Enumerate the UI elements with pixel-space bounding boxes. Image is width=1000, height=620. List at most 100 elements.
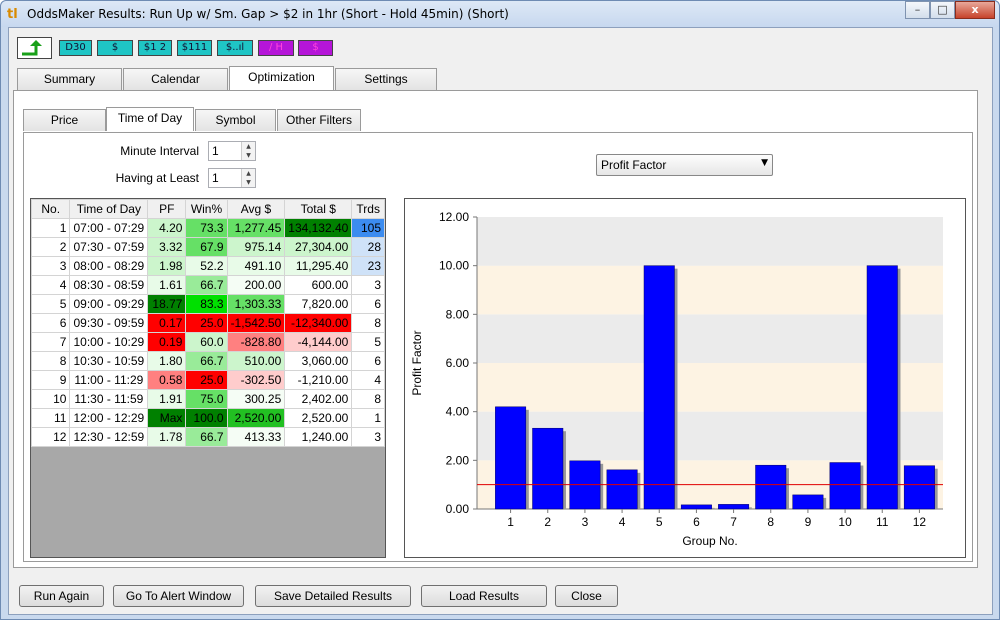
table-cell-time[interactable]: 07:00 - 07:29: [69, 218, 149, 238]
bar-group-2[interactable]: [532, 427, 564, 510]
table-cell-no[interactable]: 9: [30, 370, 71, 390]
table-cell-avg[interactable]: -302.50: [226, 370, 286, 390]
bar-group-6[interactable]: [680, 504, 712, 510]
table-cell-total[interactable]: -12,340.00: [284, 313, 353, 333]
table-cell-time[interactable]: 09:30 - 09:59: [69, 313, 149, 333]
bar-group-12[interactable]: [903, 465, 935, 510]
table-cell-win[interactable]: 100.0: [185, 408, 228, 428]
table-row[interactable]: 3 08:00 - 08:29 1.98 52.2 491.10 11,295.40 23: [30, 256, 385, 276]
close-window-button[interactable]: x: [955, 1, 995, 19]
spin-arrows-icon[interactable]: ▲ ▼: [241, 142, 255, 160]
column-header[interactable]: No.: [30, 199, 71, 219]
table-cell-total[interactable]: 2,520.00: [284, 408, 353, 428]
table-cell-time[interactable]: 12:30 - 12:59: [69, 427, 149, 447]
table-cell-trds[interactable]: 8: [351, 389, 385, 409]
bar-group-9[interactable]: [792, 494, 824, 510]
table-cell-no[interactable]: 5: [30, 294, 71, 314]
table-cell-avg[interactable]: 413.33: [226, 427, 286, 447]
column-header[interactable]: Win%: [185, 199, 228, 219]
table-cell-pf[interactable]: 3.32: [147, 237, 187, 257]
volume-bars-icon[interactable]: $..ıl: [217, 40, 253, 56]
table-cell-no[interactable]: 6: [30, 313, 71, 333]
table-cell-total[interactable]: 600.00: [284, 275, 353, 295]
table-cell-total[interactable]: 11,295.40: [284, 256, 353, 276]
minute-interval-stepper[interactable]: 1 ▲ ▼: [208, 141, 256, 161]
save-detailed-results-button[interactable]: Save Detailed Results: [255, 585, 411, 607]
table-cell-pf[interactable]: 1.61: [147, 275, 187, 295]
table-cell-pf[interactable]: 1.91: [147, 389, 187, 409]
table-cell-trds[interactable]: 3: [351, 275, 385, 295]
table-row[interactable]: 7 10:00 - 10:29 0.19 60.0 -828.80 -4,144.00 5: [30, 332, 385, 352]
dollar-111-icon[interactable]: $111: [177, 40, 212, 56]
table-cell-trds[interactable]: 23: [351, 256, 385, 276]
table-row[interactable]: 12 12:30 - 12:59 1.78 66.7 413.33 1,240.00 3: [30, 427, 385, 447]
table-cell-pf[interactable]: 18.77: [147, 294, 187, 314]
table-cell-time[interactable]: 10:30 - 10:59: [69, 351, 149, 371]
table-row[interactable]: 1 07:00 - 07:29 4.20 73.3 1,277.45 134,132.40…: [30, 218, 385, 238]
minimize-button[interactable]: –: [905, 1, 930, 19]
tab-settings[interactable]: Settings: [335, 68, 437, 90]
table-cell-pf[interactable]: 0.17: [147, 313, 187, 333]
table-cell-no[interactable]: 3: [30, 256, 71, 276]
bar-group-11[interactable]: [866, 265, 898, 510]
table-cell-trds[interactable]: 6: [351, 351, 385, 371]
table-cell-trds[interactable]: 1: [351, 408, 385, 428]
table-cell-time[interactable]: 12:00 - 12:29: [69, 408, 149, 428]
tab-other-filters[interactable]: Other Filters: [277, 109, 361, 131]
column-header[interactable]: Time of Day: [69, 199, 149, 219]
chevron-down-icon[interactable]: ▼: [761, 158, 768, 168]
table-cell-win[interactable]: 66.7: [185, 351, 228, 371]
table-cell-no[interactable]: 7: [30, 332, 71, 352]
table-cell-time[interactable]: 08:30 - 08:59: [69, 275, 149, 295]
table-cell-total[interactable]: 134,132.40: [284, 218, 353, 238]
table-cell-time[interactable]: 08:00 - 08:29: [69, 256, 149, 276]
table-cell-avg[interactable]: 300.25: [226, 389, 286, 409]
table-cell-avg[interactable]: 975.14: [226, 237, 286, 257]
arrow-up-icon[interactable]: [17, 37, 52, 59]
minute-interval-value[interactable]: 1: [212, 144, 219, 158]
table-cell-avg[interactable]: 2,520.00: [226, 408, 286, 428]
table-cell-time[interactable]: 09:00 - 09:29: [69, 294, 149, 314]
metric-select[interactable]: Profit Factor ▼: [596, 154, 773, 176]
bar-group-10[interactable]: [829, 462, 861, 510]
table-cell-trds[interactable]: 5: [351, 332, 385, 352]
dollar-12-icon[interactable]: $1 2: [138, 40, 172, 56]
table-cell-avg[interactable]: 510.00: [226, 351, 286, 371]
title-bar[interactable]: tl OddsMaker Results: Run Up w/ Sm. Gap …: [1, 1, 999, 27]
table-cell-time[interactable]: 11:00 - 11:29: [69, 370, 149, 390]
table-cell-avg[interactable]: -1,542.50: [226, 313, 286, 333]
table-row[interactable]: 8 10:30 - 10:59 1.80 66.7 510.00 3,060.00 6: [30, 351, 385, 371]
table-cell-no[interactable]: 1: [30, 218, 71, 238]
table-cell-pf[interactable]: 1.98: [147, 256, 187, 276]
run-again-button[interactable]: Run Again: [19, 585, 104, 607]
table-row[interactable]: 2 07:30 - 07:59 3.32 67.9 975.14 27,304.00 28: [30, 237, 385, 257]
tab-calendar[interactable]: Calendar: [123, 68, 228, 90]
table-cell-no[interactable]: 11: [30, 408, 71, 428]
results-grid[interactable]: No. Time of Day PF Win% Avg $ Total $ Tr…: [30, 198, 386, 558]
table-cell-win[interactable]: 66.7: [185, 427, 228, 447]
table-cell-pf[interactable]: Max: [147, 408, 187, 428]
table-cell-pf[interactable]: 4.20: [147, 218, 187, 238]
table-cell-avg[interactable]: -828.80: [226, 332, 286, 352]
table-cell-win[interactable]: 25.0: [185, 370, 228, 390]
metric-select-value[interactable]: Profit Factor: [601, 158, 666, 172]
table-cell-win[interactable]: 67.9: [185, 237, 228, 257]
close-button[interactable]: Close: [555, 585, 618, 607]
table-cell-trds[interactable]: 4: [351, 370, 385, 390]
column-header[interactable]: Avg $: [226, 199, 286, 219]
spin-arrows-icon[interactable]: ▲ ▼: [241, 169, 255, 187]
bar-group-8[interactable]: [755, 464, 787, 510]
table-cell-total[interactable]: 27,304.00: [284, 237, 353, 257]
table-cell-trds[interactable]: 28: [351, 237, 385, 257]
column-header[interactable]: Trds: [351, 199, 385, 219]
table-cell-trds[interactable]: 3: [351, 427, 385, 447]
table-cell-avg[interactable]: 1,303.33: [226, 294, 286, 314]
table-cell-time[interactable]: 10:00 - 10:29: [69, 332, 149, 352]
bar-group-4[interactable]: [606, 469, 638, 510]
table-cell-avg[interactable]: 1,277.45: [226, 218, 286, 238]
table-cell-trds[interactable]: 6: [351, 294, 385, 314]
table-row[interactable]: 5 09:00 - 09:29 18.77 83.3 1,303.33 7,820.00 6: [30, 294, 385, 314]
table-cell-total[interactable]: 3,060.00: [284, 351, 353, 371]
table-cell-win[interactable]: 25.0: [185, 313, 228, 333]
table-cell-trds[interactable]: 8: [351, 313, 385, 333]
